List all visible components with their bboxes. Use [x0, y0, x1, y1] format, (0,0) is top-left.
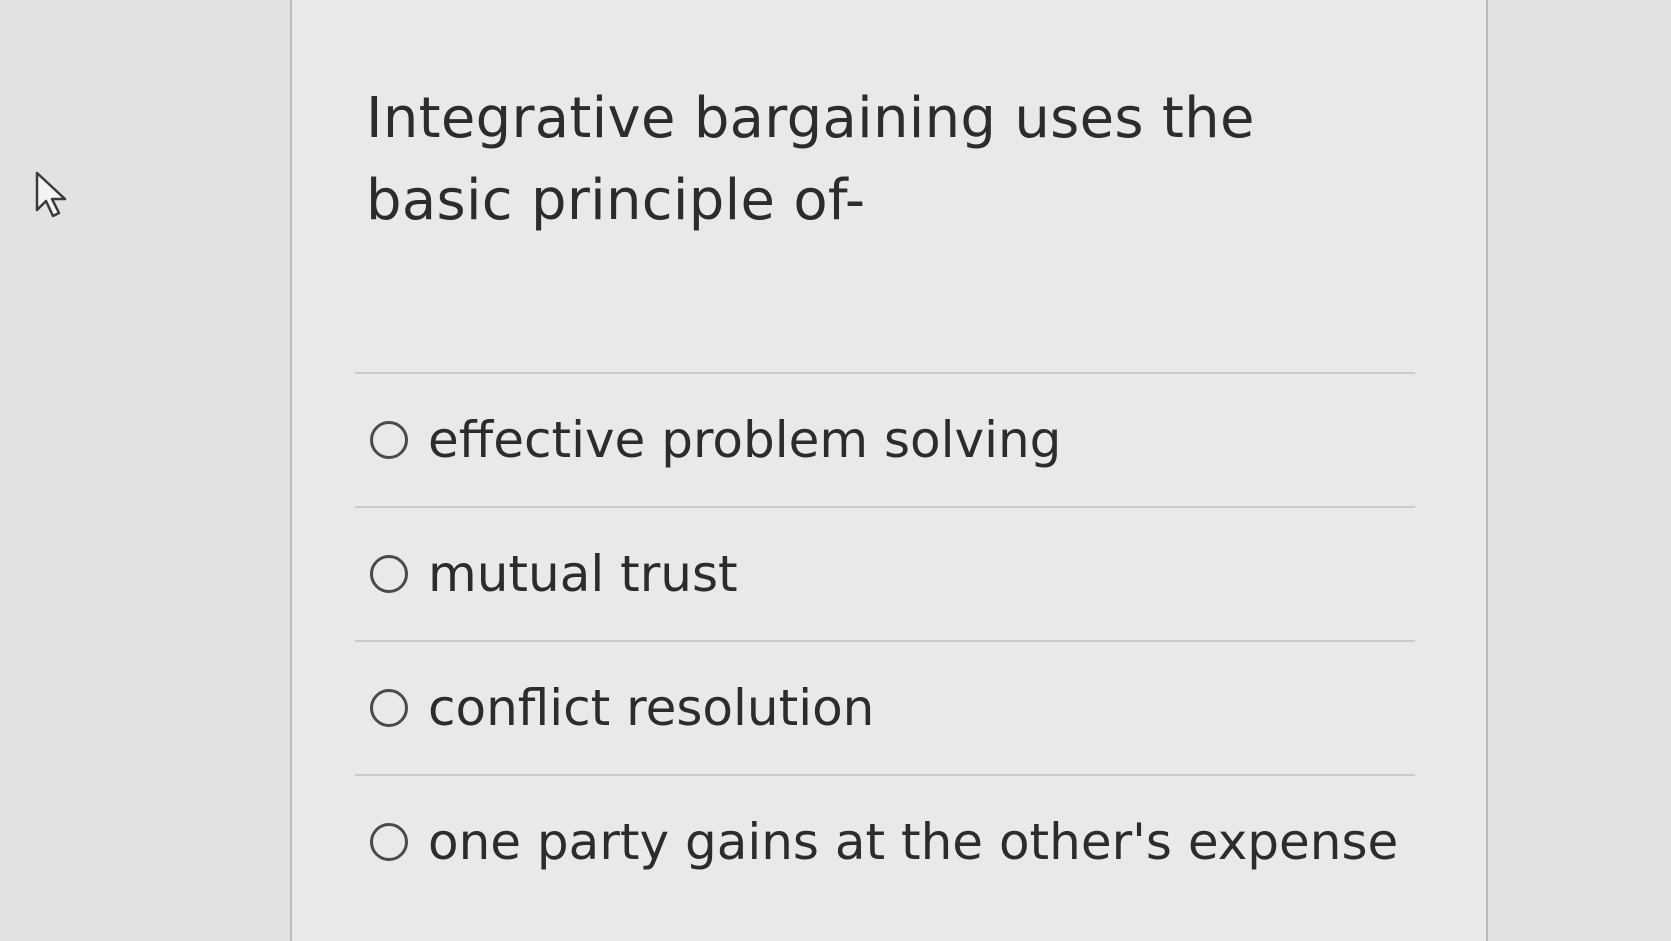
radio-unselected-icon[interactable] — [370, 555, 408, 593]
left-margin-area — [0, 0, 290, 941]
answer-option[interactable]: mutual trust — [355, 506, 1415, 640]
answer-option-label: conflict resolution — [428, 679, 875, 737]
question-text: Integrative bargaining uses the basic pr… — [366, 86, 1255, 233]
answer-option[interactable]: one party gains at the other's expense — [355, 774, 1415, 908]
answer-option-label: effective problem solving — [428, 411, 1062, 469]
answer-option[interactable]: conflict resolution — [355, 640, 1415, 774]
radio-unselected-icon[interactable] — [370, 823, 408, 861]
answer-options: effective problem solving mutual trust c… — [355, 372, 1415, 908]
answer-option[interactable]: effective problem solving — [355, 372, 1415, 506]
mouse-pointer-icon — [35, 171, 67, 218]
right-margin-area — [1488, 0, 1671, 941]
answer-option-label: one party gains at the other's expense — [428, 813, 1399, 871]
radio-unselected-icon[interactable] — [370, 689, 408, 727]
answer-option-label: mutual trust — [428, 545, 738, 603]
radio-unselected-icon[interactable] — [370, 421, 408, 459]
